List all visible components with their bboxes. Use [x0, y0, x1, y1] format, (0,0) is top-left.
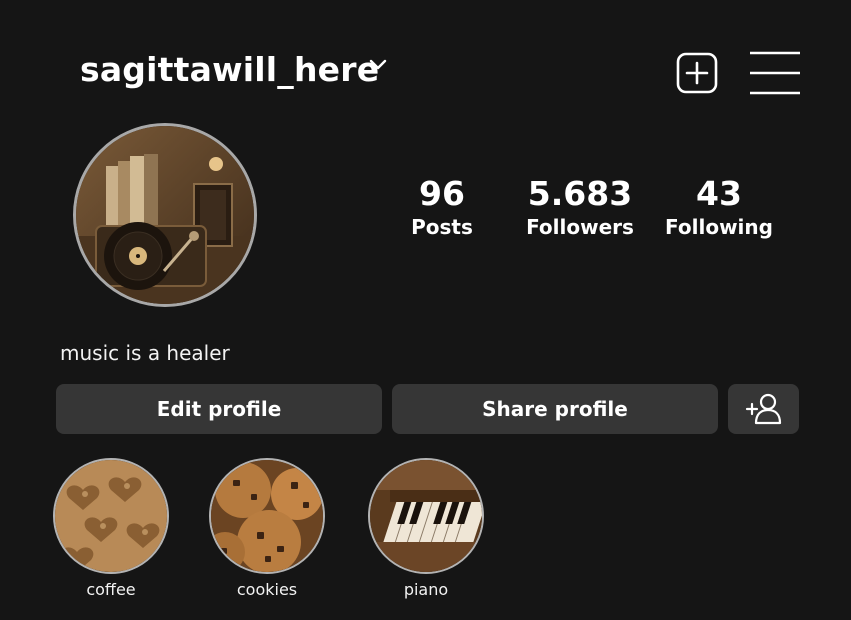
- chevron-down-icon[interactable]: [368, 58, 388, 72]
- edit-profile-button[interactable]: Edit profile: [56, 384, 382, 434]
- stat-posts[interactable]: 96 Posts: [367, 175, 517, 241]
- record-player-image: [76, 126, 254, 304]
- highlight-piano-label: piano: [403, 580, 449, 599]
- following-count: 43: [696, 174, 742, 213]
- avatar[interactable]: [73, 123, 257, 307]
- highlight-coffee-cover: [53, 458, 169, 574]
- posts-label: Posts: [411, 215, 473, 239]
- followers-label: Followers: [526, 215, 634, 239]
- profile-bio: music is a healer: [60, 341, 230, 365]
- stat-followers[interactable]: 5.683 Followers: [505, 175, 655, 241]
- following-label: Following: [665, 215, 773, 239]
- hamburger-menu-icon[interactable]: [750, 50, 800, 96]
- highlight-coffee-label: coffee: [86, 580, 136, 599]
- new-post-icon[interactable]: [676, 52, 718, 94]
- highlight-cookies[interactable]: cookies: [208, 458, 326, 599]
- highlight-cookies-label: cookies: [236, 580, 298, 599]
- cookies-image: [211, 460, 323, 572]
- posts-count: 96: [419, 174, 465, 213]
- add-person-icon: [745, 393, 781, 425]
- coffee-hearts-image: [55, 460, 167, 572]
- piano-image: [370, 460, 482, 572]
- highlight-piano[interactable]: piano: [367, 458, 485, 599]
- highlight-coffee[interactable]: coffee: [52, 458, 170, 599]
- profile-username[interactable]: sagittawill_here: [80, 50, 379, 89]
- stat-following[interactable]: 43 Following: [644, 175, 794, 241]
- add-user-button[interactable]: [728, 384, 799, 434]
- highlight-piano-cover: [368, 458, 484, 574]
- highlight-cookies-cover: [209, 458, 325, 574]
- share-profile-button[interactable]: Share profile: [392, 384, 718, 434]
- followers-count: 5.683: [527, 174, 633, 213]
